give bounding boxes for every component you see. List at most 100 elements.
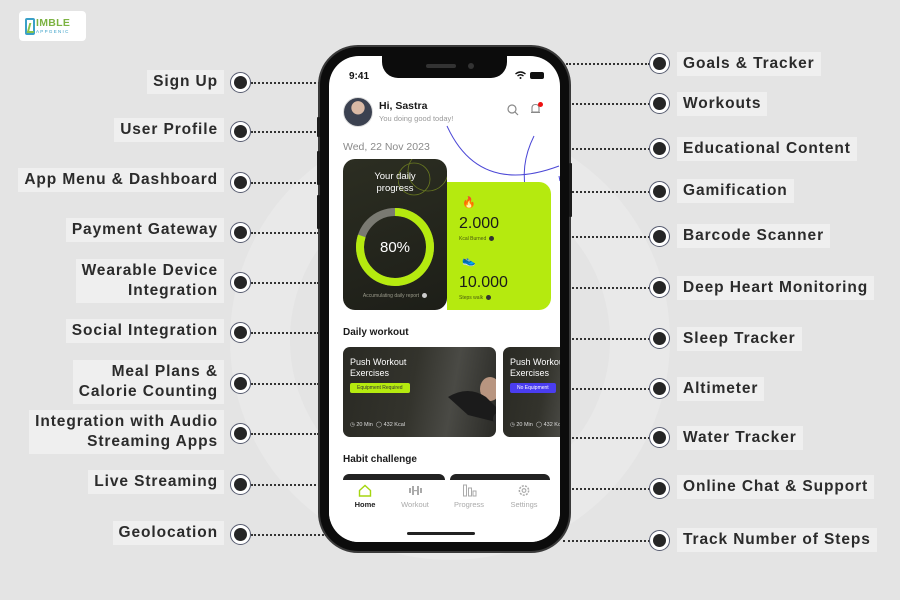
greeting-title: Hi, Sastra <box>379 100 428 112</box>
feature-marker-icon <box>230 423 251 444</box>
feature-label-track-steps: Track Number of Steps <box>677 528 877 552</box>
feature-label-altimeter: Altimeter <box>677 377 765 401</box>
feature-label-geolocation: Geolocation <box>112 521 224 545</box>
phone-notch <box>382 56 507 78</box>
phone-volume-up-button <box>317 151 320 185</box>
habit-challenge-title: Habit challenge <box>343 454 417 465</box>
workout-meta: ◷ 20 Min ◯ 432 Kcal <box>350 422 405 428</box>
home-indicator[interactable] <box>407 532 475 535</box>
progress-footer: Accumulating daily report <box>343 293 447 299</box>
progress-percent: 80% <box>379 238 411 256</box>
phone-mockup: 9:41 Hi, Sastra You doing good today! We… <box>317 47 572 551</box>
feature-label-water-tracker: Water Tracker <box>677 426 803 450</box>
feature-marker-icon <box>230 373 251 394</box>
connector-line <box>251 282 319 284</box>
feature-marker-icon <box>230 172 251 193</box>
feature-marker-icon <box>230 524 251 545</box>
speaker <box>426 64 456 68</box>
equipment-badge: Equipment Required <box>350 383 410 393</box>
feature-marker-icon <box>649 53 670 74</box>
connector-line <box>569 287 650 289</box>
connector-line <box>569 437 650 439</box>
workout-card[interactable]: Push Workout Exercises No Equipment ◷ 20… <box>503 347 560 437</box>
connector-line <box>569 338 650 340</box>
user-avatar[interactable] <box>343 97 373 127</box>
info-icon[interactable] <box>489 236 495 242</box>
feature-marker-icon <box>649 378 670 399</box>
bar-chart-icon <box>462 484 476 497</box>
feature-marker-icon <box>649 181 670 202</box>
tab-home[interactable]: Home <box>340 484 390 509</box>
info-icon[interactable] <box>486 295 492 301</box>
feature-label-app-menu-dashboard: App Menu & Dashboard <box>18 168 224 192</box>
feature-label-educational-content: Educational Content <box>677 137 857 161</box>
dumbbell-icon <box>408 486 422 495</box>
feature-marker-icon <box>230 222 251 243</box>
connector-line <box>251 82 323 84</box>
feature-label-goals-tracker: Goals & Tracker <box>677 52 821 76</box>
connector-line <box>569 148 650 150</box>
feature-marker-icon <box>230 474 251 495</box>
connector-line <box>251 433 319 435</box>
connector-line <box>566 63 650 65</box>
feature-marker-icon <box>230 121 251 142</box>
feature-label-sign-up: Sign Up <box>147 70 224 94</box>
steps-value: 10.000 <box>459 274 508 291</box>
feature-marker-icon <box>649 138 670 159</box>
feature-marker-icon <box>649 277 670 298</box>
greeting-subtitle: You doing good today! <box>379 114 454 123</box>
feature-label-live-streaming: Live Streaming <box>88 470 224 494</box>
phone-screen: 9:41 Hi, Sastra You doing good today! We… <box>329 56 560 542</box>
daily-progress-card[interactable]: Your daily progress 80% Accumulating dai… <box>343 159 447 310</box>
logo-mark-icon <box>25 17 35 35</box>
feature-label-meal-plans-calorie-counting: Meal Plans & Calorie Counting <box>72 360 224 404</box>
connector-line <box>251 182 319 184</box>
phone-power-button <box>569 163 572 217</box>
feature-label-barcode-scanner: Barcode Scanner <box>677 224 830 248</box>
workout-title: Push Workout Exercises <box>350 357 407 378</box>
connector-line <box>569 388 650 390</box>
info-icon[interactable] <box>422 293 428 299</box>
logo-subtitle: APPGENIC <box>36 28 70 34</box>
feature-label-gamification: Gamification <box>677 179 794 203</box>
connector-line <box>569 103 650 105</box>
connector-line <box>569 236 650 238</box>
connector-line <box>563 540 650 542</box>
workout-title: Push Workout Exercises <box>510 357 560 378</box>
daily-workout-title: Daily workout <box>343 327 409 338</box>
flame-icon: 🔥 <box>462 197 476 209</box>
phone-side-button <box>317 117 320 137</box>
current-date: Wed, 22 Nov 2023 <box>343 141 430 153</box>
feature-label-payment-gateway: Payment Gateway <box>65 218 224 242</box>
workout-card[interactable]: Push Workout Exercises Equipment Require… <box>343 347 496 437</box>
workout-meta: ◷ 20 Min ◯ 432 Kcal <box>510 422 560 428</box>
equipment-badge: No Equipment <box>510 383 556 393</box>
search-icon[interactable] <box>507 104 519 116</box>
camera <box>468 63 474 69</box>
feature-marker-icon <box>230 72 251 93</box>
logo-name: IMBLE <box>36 17 71 29</box>
feature-marker-icon <box>649 427 670 448</box>
tab-settings[interactable]: Settings <box>499 484 549 509</box>
wifi-icon <box>515 71 526 79</box>
feature-label-audio-streaming-integration: Integration with Audio Streaming Apps <box>29 410 224 454</box>
feature-label-online-chat-support: Online Chat & Support <box>677 475 875 499</box>
connector-line <box>251 332 319 334</box>
feature-marker-icon <box>649 328 670 349</box>
tab-progress[interactable]: Progress <box>444 484 494 509</box>
status-icons <box>515 71 544 79</box>
home-icon <box>358 484 372 497</box>
battery-icon <box>530 71 544 79</box>
phone-volume-down-button <box>317 195 320 229</box>
connector-line <box>251 232 319 234</box>
tab-workout[interactable]: Workout <box>390 484 440 509</box>
connector-line <box>251 534 327 536</box>
kcal-label: Kcal Burned <box>459 236 495 242</box>
workout-person-image <box>448 377 496 425</box>
feature-label-sleep-tracker: Sleep Tracker <box>677 327 802 351</box>
progress-title: Your daily progress <box>374 171 416 194</box>
gear-icon <box>518 485 530 496</box>
feature-marker-icon <box>649 93 670 114</box>
feature-label-workouts: Workouts <box>677 92 768 116</box>
steps-label: Steps walk <box>459 295 492 301</box>
